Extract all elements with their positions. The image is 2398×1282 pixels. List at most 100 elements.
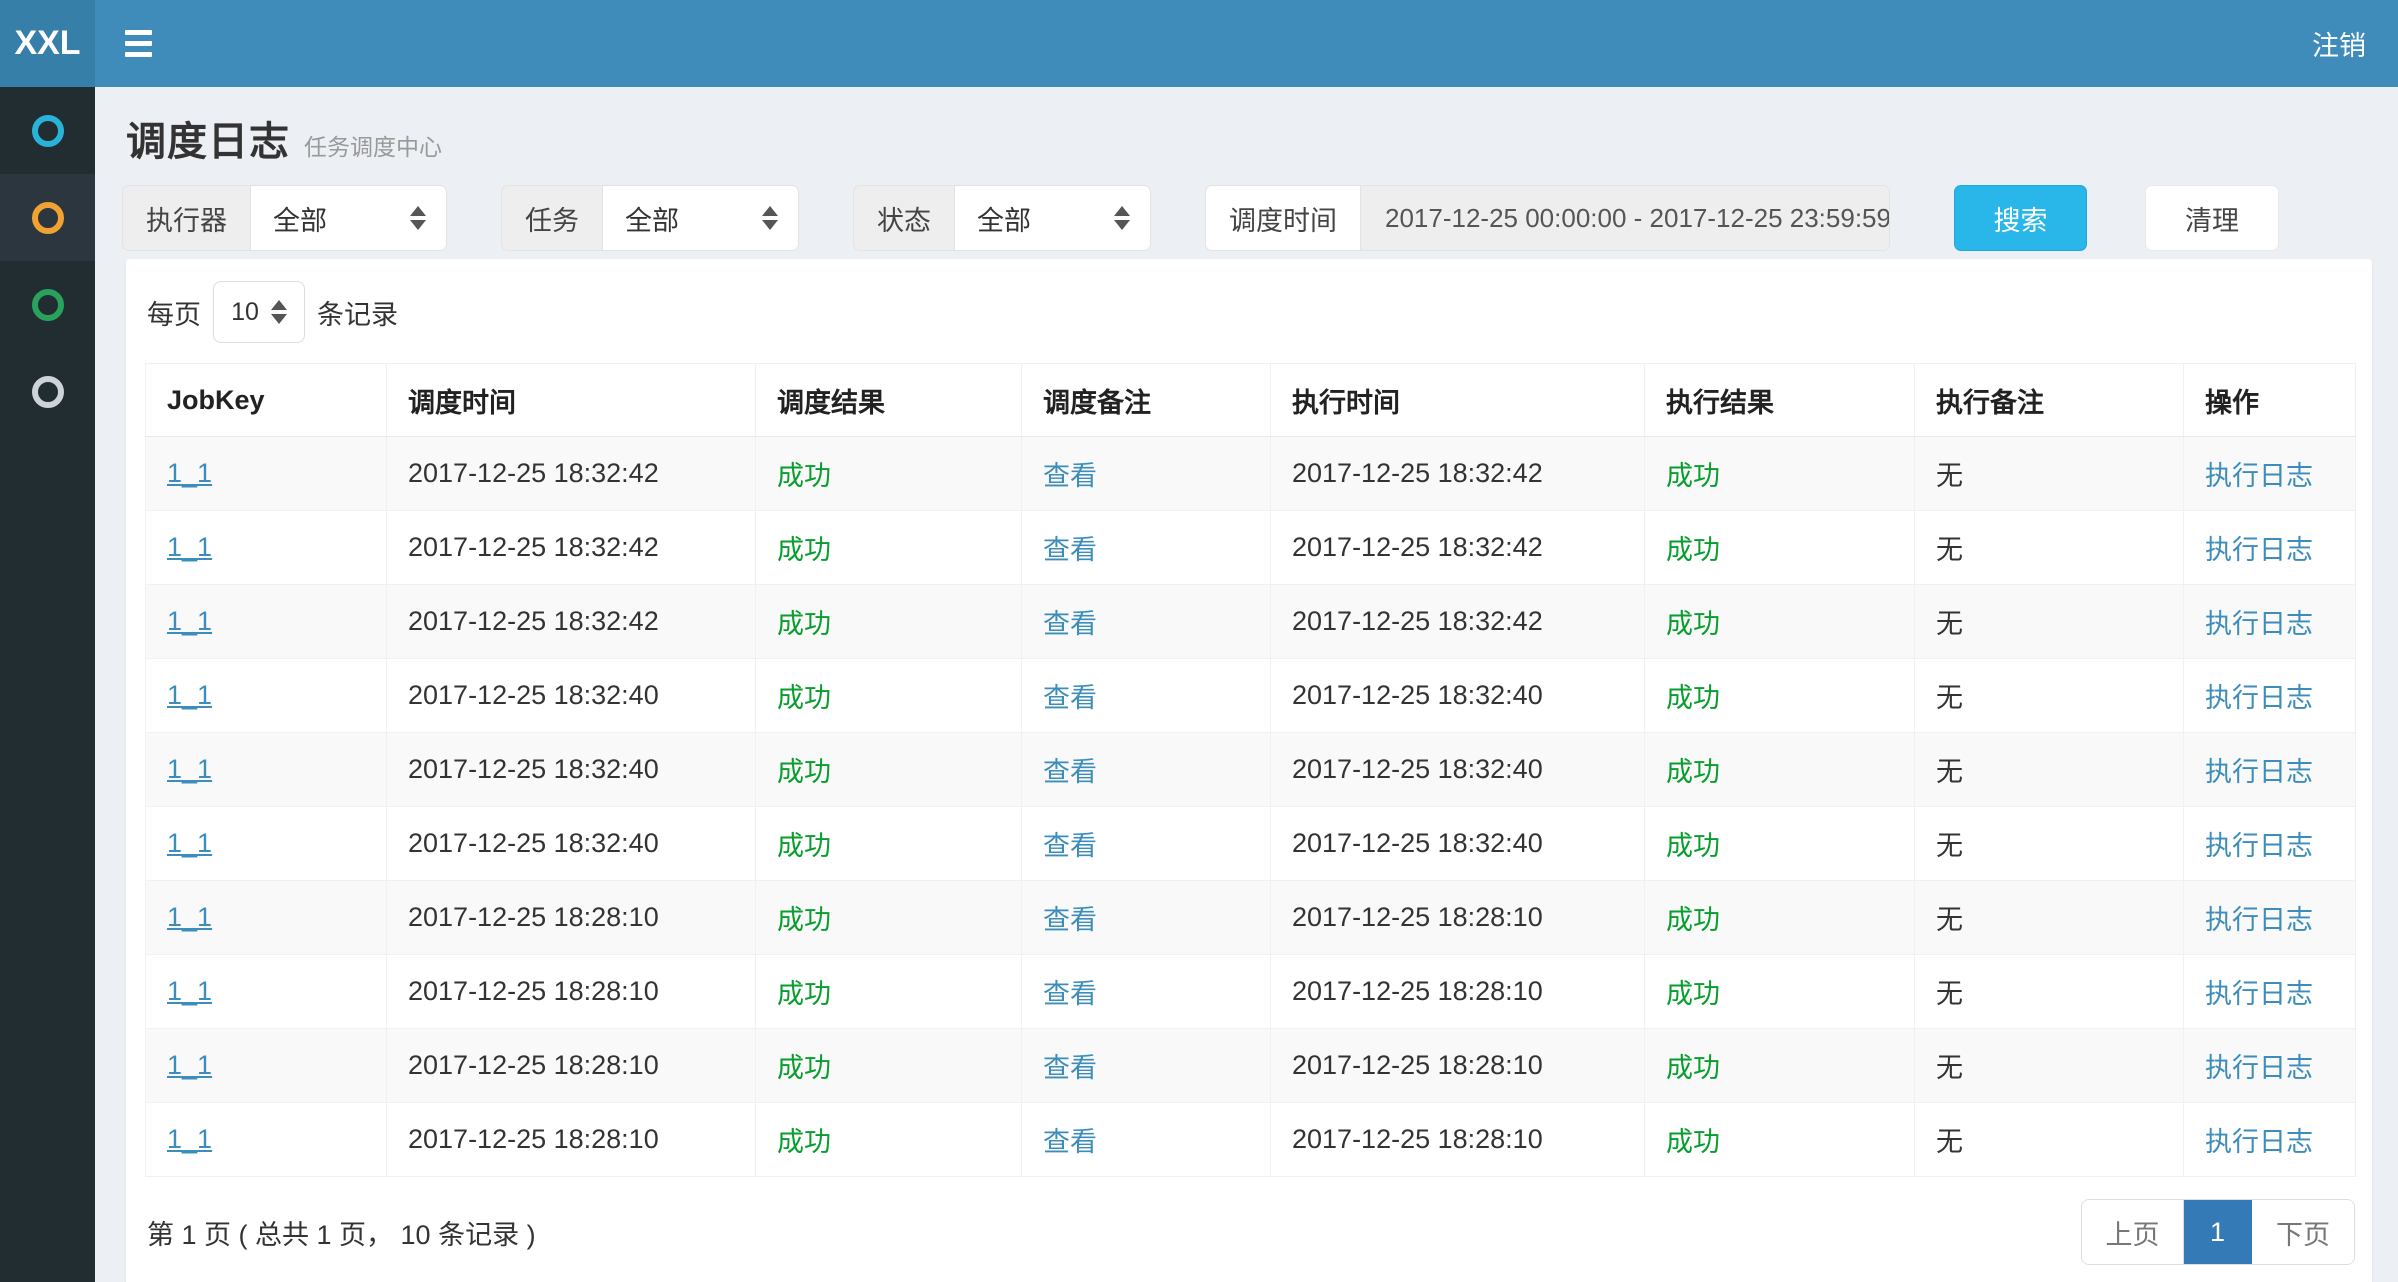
jobkey-link[interactable]: 1_1 <box>167 532 212 562</box>
exec-log-link-cell: 执行日志 <box>2184 437 2356 511</box>
select-arrows-icon <box>762 206 778 230</box>
handle-time-cell-cell: 2017-12-25 18:28:10 <box>1271 1103 1645 1177</box>
trigger-result-cell: 成功 <box>777 1127 831 1157</box>
pagination: 上页 1 下页 <box>2081 1199 2355 1265</box>
time-range-input[interactable]: 2017-12-25 00:00:00 - 2017-12-25 23:59:5… <box>1360 185 1890 251</box>
trigger-result-cell-cell: 成功 <box>756 659 1022 733</box>
handle-time-cell: 2017-12-25 18:32:42 <box>1292 458 1543 488</box>
jobkey-link[interactable]: 1_1 <box>167 1050 212 1080</box>
trigger-time-cell-cell: 2017-12-25 18:32:42 <box>387 585 756 659</box>
trigger-msg-link[interactable]: 查看 <box>1043 461 1097 491</box>
column-header: 操作 <box>2184 364 2356 437</box>
column-header: 调度结果 <box>756 364 1022 437</box>
exec-log-link[interactable]: 执行日志 <box>2205 1053 2313 1083</box>
app-logo[interactable]: XXL <box>0 0 95 87</box>
trigger-msg-link[interactable]: 查看 <box>1043 683 1097 713</box>
trigger-msg-link-cell: 查看 <box>1022 807 1271 881</box>
exec-log-link[interactable]: 执行日志 <box>2205 979 2313 1009</box>
jobkey-link[interactable]: 1_1 <box>167 828 212 858</box>
jobkey-link-cell: 1_1 <box>146 585 387 659</box>
exec-log-link[interactable]: 执行日志 <box>2205 535 2313 565</box>
jobkey-link-cell: 1_1 <box>146 733 387 807</box>
circle-icon <box>32 289 64 321</box>
logout-link[interactable]: 注销 <box>2312 24 2366 63</box>
content-header: 调度日志 任务调度中心 <box>122 109 2372 167</box>
sidebar-item-menu-dashboard[interactable] <box>0 87 95 174</box>
trigger-msg-link[interactable]: 查看 <box>1043 1053 1097 1083</box>
log-table-panel: 每页 10 条记录 JobKey调度时间调度结果调度备注执行时间执行结果执行备注… <box>126 259 2372 1282</box>
status-select-value: 全部 <box>977 199 1031 238</box>
jobkey-link-cell: 1_1 <box>146 807 387 881</box>
executor-filter-group: 执行器 全部 <box>122 185 447 251</box>
executor-select-value: 全部 <box>273 199 327 238</box>
trigger-msg-link-cell: 查看 <box>1022 1029 1271 1103</box>
handle-msg-cell: 无 <box>1936 905 1963 935</box>
handle-result-cell: 成功 <box>1666 757 1720 787</box>
handle-msg-cell-cell: 无 <box>1915 511 2184 585</box>
handle-result-cell-cell: 成功 <box>1645 1029 1915 1103</box>
jobkey-link[interactable]: 1_1 <box>167 606 212 636</box>
current-page-button[interactable]: 1 <box>2184 1200 2252 1264</box>
main-content: 调度日志 任务调度中心 执行器 全部 任务 全部 状态 全部 <box>95 87 2398 1282</box>
exec-log-link-cell: 执行日志 <box>2184 881 2356 955</box>
trigger-result-cell: 成功 <box>777 831 831 861</box>
exec-log-link-cell: 执行日志 <box>2184 1029 2356 1103</box>
trigger-msg-link-cell: 查看 <box>1022 511 1271 585</box>
handle-time-cell-cell: 2017-12-25 18:32:40 <box>1271 659 1645 733</box>
jobkey-link[interactable]: 1_1 <box>167 976 212 1006</box>
sidebar-item-menu-executor[interactable] <box>0 348 95 435</box>
time-range-value: 2017-12-25 00:00:00 - 2017-12-25 23:59:5… <box>1385 203 1890 234</box>
executor-select[interactable]: 全部 <box>250 185 447 251</box>
jobkey-link[interactable]: 1_1 <box>167 902 212 932</box>
handle-result-cell-cell: 成功 <box>1645 881 1915 955</box>
trigger-msg-link[interactable]: 查看 <box>1043 609 1097 639</box>
navbar-main: 注销 <box>95 0 2398 87</box>
next-page-button[interactable]: 下页 <box>2252 1200 2354 1264</box>
table-footer: 第 1 页 ( 总共 1 页， 10 条记录 ) 上页 1 下页 <box>145 1199 2355 1265</box>
sidebar-toggle-icon[interactable] <box>125 30 152 57</box>
prev-page-button[interactable]: 上页 <box>2082 1200 2184 1264</box>
circle-icon <box>32 202 64 234</box>
clear-button[interactable]: 清理 <box>2145 185 2279 251</box>
trigger-msg-link[interactable]: 查看 <box>1043 535 1097 565</box>
joblog-table: JobKey调度时间调度结果调度备注执行时间执行结果执行备注操作 1_12017… <box>145 363 2356 1177</box>
trigger-time-cell: 2017-12-25 18:32:42 <box>408 532 659 562</box>
trigger-msg-link[interactable]: 查看 <box>1043 905 1097 935</box>
column-header: 执行时间 <box>1271 364 1645 437</box>
trigger-time-cell-cell: 2017-12-25 18:28:10 <box>387 1103 756 1177</box>
handle-msg-cell-cell: 无 <box>1915 585 2184 659</box>
sidebar-item-menu-joblog[interactable] <box>0 174 95 261</box>
jobkey-link-cell: 1_1 <box>146 1029 387 1103</box>
page-size-select[interactable]: 10 <box>213 281 305 343</box>
handle-result-cell: 成功 <box>1666 905 1720 935</box>
exec-log-link[interactable]: 执行日志 <box>2205 905 2313 935</box>
job-select[interactable]: 全部 <box>602 185 799 251</box>
exec-log-link[interactable]: 执行日志 <box>2205 831 2313 861</box>
handle-msg-cell-cell: 无 <box>1915 733 2184 807</box>
jobkey-link[interactable]: 1_1 <box>167 680 212 710</box>
handle-result-cell-cell: 成功 <box>1645 807 1915 881</box>
handle-result-cell: 成功 <box>1666 979 1720 1009</box>
trigger-time-cell-cell: 2017-12-25 18:28:10 <box>387 955 756 1029</box>
trigger-msg-link[interactable]: 查看 <box>1043 979 1097 1009</box>
exec-log-link[interactable]: 执行日志 <box>2205 683 2313 713</box>
handle-msg-cell: 无 <box>1936 683 1963 713</box>
jobkey-link[interactable]: 1_1 <box>167 754 212 784</box>
pagination-summary: 第 1 页 ( 总共 1 页， 10 条记录 ) <box>145 1213 536 1252</box>
exec-log-link[interactable]: 执行日志 <box>2205 609 2313 639</box>
jobkey-link[interactable]: 1_1 <box>167 1124 212 1154</box>
trigger-msg-link[interactable]: 查看 <box>1043 831 1097 861</box>
select-arrows-icon <box>410 206 426 230</box>
table-row: 1_12017-12-25 18:32:40成功查看2017-12-25 18:… <box>146 733 2356 807</box>
status-select[interactable]: 全部 <box>954 185 1151 251</box>
trigger-msg-link[interactable]: 查看 <box>1043 757 1097 787</box>
search-button[interactable]: 搜索 <box>1954 185 2087 251</box>
trigger-msg-link[interactable]: 查看 <box>1043 1127 1097 1157</box>
jobkey-link[interactable]: 1_1 <box>167 458 212 488</box>
exec-log-link[interactable]: 执行日志 <box>2205 461 2313 491</box>
sidebar-item-menu-jobinfo[interactable] <box>0 261 95 348</box>
handle-msg-cell-cell: 无 <box>1915 437 2184 511</box>
exec-log-link[interactable]: 执行日志 <box>2205 1127 2313 1157</box>
handle-time-cell-cell: 2017-12-25 18:28:10 <box>1271 1029 1645 1103</box>
exec-log-link[interactable]: 执行日志 <box>2205 757 2313 787</box>
